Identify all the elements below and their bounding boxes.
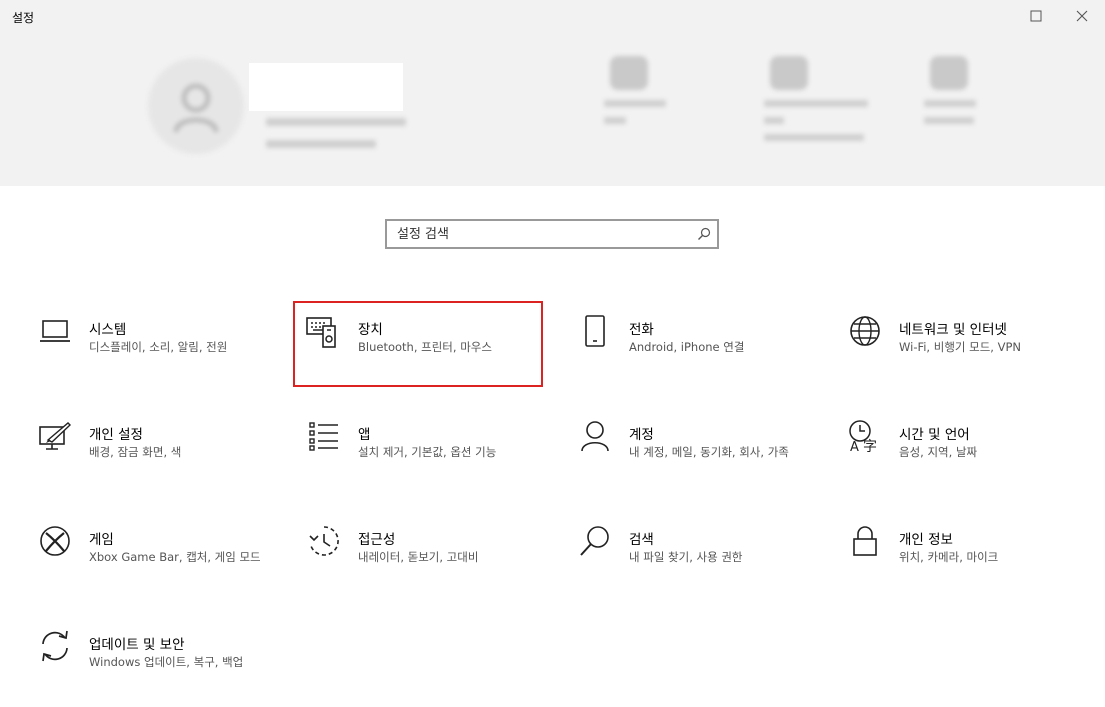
tile-privacy[interactable]: 개인 정보 위치, 카메라, 마이크 (844, 512, 1094, 596)
tile-title: 시스템 (89, 322, 127, 338)
search-icon[interactable] (697, 227, 711, 241)
tile-description: 음성, 지역, 날짜 (899, 445, 978, 459)
rewards-icon (930, 56, 968, 90)
tile-description: 디스플레이, 소리, 알림, 전원 (89, 340, 228, 354)
tile-title: 장치 (358, 322, 383, 338)
tile-ease-of-access[interactable]: 접근성 내레이터, 돋보기, 고대비 (303, 512, 553, 596)
close-icon (1076, 10, 1088, 22)
user-avatar-icon (173, 83, 219, 133)
search-magnifier-icon (578, 524, 612, 558)
ease-of-access-icon (307, 524, 341, 558)
quick-link-windows-update[interactable] (764, 56, 874, 166)
lock-icon (848, 524, 882, 558)
globe-icon (848, 314, 882, 348)
tile-apps[interactable]: 앱 설치 제거, 기본값, 옵션 기능 (303, 407, 553, 491)
devices-icon (305, 315, 339, 349)
account-name-redacted (249, 63, 403, 111)
tile-title: 개인 설정 (89, 427, 143, 443)
window-title: 설정 (12, 11, 35, 25)
sync-icon (38, 629, 72, 663)
tile-description: 내 파일 찾기, 사용 권한 (629, 550, 743, 564)
xbox-icon (38, 524, 72, 558)
account-link-blurred (266, 140, 376, 148)
tile-devices[interactable]: 장치 Bluetooth, 프린터, 마우스 (293, 301, 543, 387)
tile-title: 개인 정보 (899, 532, 953, 548)
update-icon (770, 56, 808, 90)
quick-link-rewards[interactable] (924, 56, 994, 166)
tile-title: 접근성 (358, 532, 396, 548)
tile-title: 업데이트 및 보안 (89, 637, 185, 653)
tile-time-language[interactable]: A 字 시간 및 언어 음성, 지역, 날짜 (844, 407, 1094, 491)
tile-description: 배경, 잠금 화면, 색 (89, 445, 182, 459)
tile-title: 시간 및 언어 (899, 427, 970, 443)
laptop-icon (38, 314, 72, 348)
tile-title: 계정 (629, 427, 654, 443)
maximize-button[interactable] (1016, 0, 1056, 32)
tile-description: Bluetooth, 프린터, 마우스 (358, 340, 492, 354)
tile-description: 내 계정, 메일, 동기화, 회사, 가족 (629, 445, 789, 459)
settings-search-box[interactable] (385, 219, 719, 249)
tile-description: Android, iPhone 연결 (629, 340, 745, 354)
tile-description: 설치 제거, 기본값, 옵션 기능 (358, 445, 497, 459)
search-input[interactable] (387, 221, 717, 247)
tile-phone[interactable]: 전화 Android, iPhone 연결 (574, 302, 824, 386)
tile-gaming[interactable]: 게임 Xbox Game Bar, 캡처, 게임 모드 (34, 512, 284, 596)
svg-text:字: 字 (863, 439, 877, 453)
svg-text:A: A (850, 440, 859, 453)
title-bar: 설정 (0, 0, 1105, 32)
tile-accounts[interactable]: 계정 내 계정, 메일, 동기화, 회사, 가족 (574, 407, 824, 491)
tile-description: Wi-Fi, 비행기 모드, VPN (899, 340, 1022, 354)
tile-description: Xbox Game Bar, 캡처, 게임 모드 (89, 550, 261, 564)
tile-search[interactable]: 검색 내 파일 찾기, 사용 권한 (574, 512, 824, 596)
time-language-icon: A 字 (848, 419, 882, 453)
account-email-blurred (266, 118, 406, 126)
tile-title: 검색 (629, 532, 654, 548)
apps-list-icon (307, 419, 341, 453)
person-icon (578, 419, 612, 453)
close-button[interactable] (1062, 0, 1102, 32)
tile-system[interactable]: 시스템 디스플레이, 소리, 알림, 전원 (34, 302, 284, 386)
cloud-icon (610, 56, 648, 90)
quick-link-onedrive[interactable] (604, 56, 674, 166)
tile-personalization[interactable]: 개인 설정 배경, 잠금 화면, 색 (34, 407, 284, 491)
personalization-icon (38, 419, 72, 453)
tile-network[interactable]: 네트워크 및 인터넷 Wi-Fi, 비행기 모드, VPN (844, 302, 1094, 386)
tile-title: 앱 (358, 427, 371, 443)
phone-icon (578, 314, 612, 348)
tile-title: 전화 (629, 322, 654, 338)
tile-update-security[interactable]: 업데이트 및 보안 Windows 업데이트, 복구, 백업 (34, 617, 284, 701)
tile-title: 게임 (89, 532, 114, 548)
maximize-icon (1030, 10, 1042, 22)
tile-description: 위치, 카메라, 마이크 (899, 550, 999, 564)
tile-description: 내레이터, 돋보기, 고대비 (358, 550, 479, 564)
avatar[interactable] (148, 58, 244, 154)
tile-description: Windows 업데이트, 복구, 백업 (89, 655, 244, 669)
tile-title: 네트워크 및 인터넷 (899, 322, 1007, 338)
